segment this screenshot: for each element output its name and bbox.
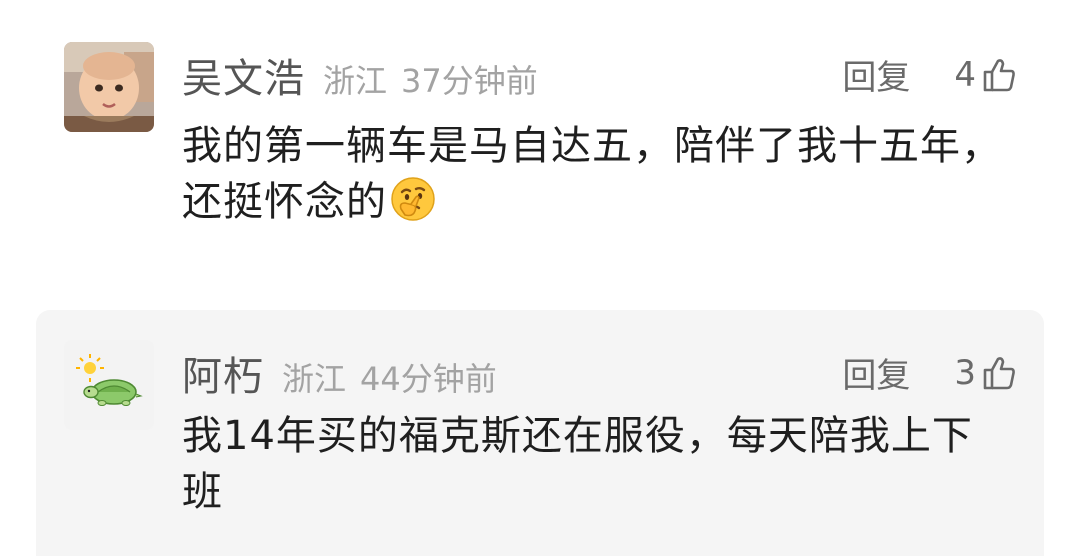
- turtle-avatar-image: [64, 340, 154, 430]
- comment-text: 我的第一辆车是马自达五，陪伴了我十五年，还挺怀念的: [182, 118, 1012, 230]
- comment-text: 我14年买的福克斯还在服役，每天陪我上下班: [182, 408, 1012, 520]
- comment-item: 阿朽 浙江 44分钟前 回复 3 我14年买的福克斯还在服役，每天陪我上下班: [36, 310, 1044, 556]
- timestamp: 44分钟前: [360, 360, 497, 398]
- comment-body: 我14年买的福克斯还在服役，每天陪我上下班: [182, 413, 973, 515]
- comment-meta: 吴文浩 浙江 37分钟前: [182, 46, 538, 104]
- child-monk-avatar-image: [64, 42, 154, 132]
- location: 浙江: [323, 62, 388, 100]
- comment-item: 吴文浩 浙江 37分钟前 回复 4 我的第一辆车是马自达五，陪伴了我十五年，还挺…: [0, 0, 1080, 300]
- comment-meta: 阿朽 浙江 44分钟前: [182, 344, 497, 402]
- comment-list: 吴文浩 浙江 37分钟前 回复 4 我的第一辆车是马自达五，陪伴了我十五年，还挺…: [0, 0, 1080, 556]
- avatar[interactable]: [64, 340, 154, 430]
- reply-button[interactable]: 回复: [842, 50, 910, 99]
- username[interactable]: 阿朽: [182, 344, 264, 402]
- thumbs-up-icon[interactable]: [982, 355, 1016, 391]
- reply-button[interactable]: 回复: [842, 348, 910, 397]
- comment-body: 我的第一辆车是马自达五，陪伴了我十五年，还挺怀念的: [182, 123, 1002, 225]
- thumbs-up-icon[interactable]: [982, 57, 1016, 93]
- location: 浙江: [282, 360, 347, 398]
- comment-actions: 回复 3: [842, 348, 1016, 397]
- comment-actions: 回复 4: [842, 50, 1016, 99]
- like-count: 4: [954, 54, 976, 95]
- username[interactable]: 吴文浩: [182, 46, 305, 104]
- like-count: 3: [954, 352, 976, 393]
- timestamp: 37分钟前: [401, 62, 538, 100]
- avatar[interactable]: [64, 42, 154, 132]
- thinking-face-emoji: [391, 177, 435, 221]
